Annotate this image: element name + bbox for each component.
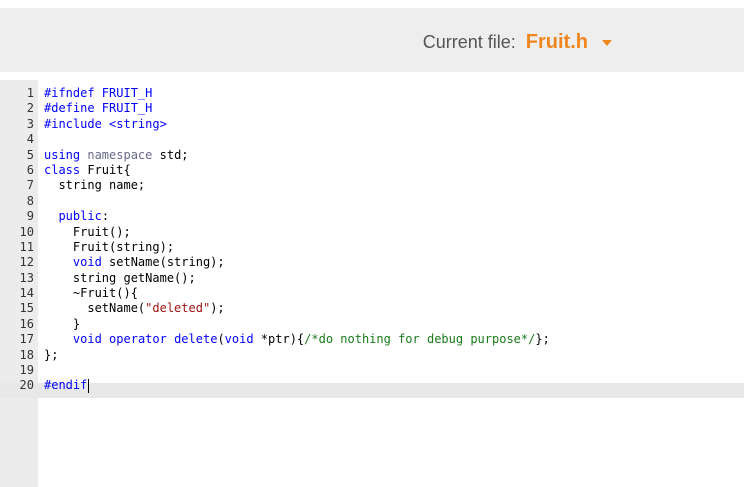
code-line[interactable]: using namespace std; [44, 148, 744, 163]
code-line[interactable]: Fruit(string); [44, 240, 744, 255]
code-line[interactable]: ~Fruit(){ [44, 286, 744, 301]
code-line[interactable]: #endif [44, 378, 744, 393]
code-line[interactable]: }; [44, 348, 744, 363]
line-number: 1 [26, 86, 34, 100]
code-editor[interactable]: 1 2 3 4 5 6 7 8 9 10 11 12 13 14 15 16 1… [0, 80, 744, 487]
code-line[interactable]: void operator delete(void *ptr){/*do not… [44, 332, 744, 347]
line-number: 13 [19, 270, 34, 285]
line-number: 17 [19, 332, 34, 347]
line-number: 9 [26, 209, 34, 224]
line-number: 10 [19, 224, 34, 239]
line-number: 4 [26, 132, 34, 147]
code-line[interactable]: setName("deleted"); [44, 301, 744, 316]
chevron-down-icon[interactable] [602, 40, 612, 46]
file-selector[interactable]: Current file: Fruit.h [423, 31, 612, 53]
line-number: 3 [26, 116, 34, 131]
code-line[interactable]: public: [44, 209, 744, 224]
code-line[interactable] [44, 132, 744, 147]
current-file-label: Current file: [422, 31, 516, 52]
line-number: 2 [26, 101, 34, 116]
code-line[interactable]: #ifndef FRUIT_H [44, 86, 744, 101]
line-number: 20 [19, 378, 34, 393]
code-line[interactable]: class Fruit{ [44, 163, 744, 178]
line-number: 19 [19, 363, 34, 378]
code-line[interactable]: string name; [44, 178, 744, 193]
code-line[interactable]: Fruit(); [44, 225, 744, 240]
code-line[interactable]: void setName(string); [44, 255, 744, 270]
line-numbers: 1 2 3 4 5 6 7 8 9 10 11 12 13 14 15 16 1… [0, 86, 34, 394]
line-number: 11 [19, 239, 34, 254]
code-line[interactable]: } [44, 317, 744, 332]
current-file-name[interactable]: Fruit.h [526, 31, 588, 54]
line-number: 6 [26, 162, 34, 177]
line-number: 7 [26, 178, 34, 193]
code-content[interactable]: #ifndef FRUIT_H #define FRUIT_H #include… [44, 86, 744, 394]
code-line[interactable]: #define FRUIT_H [44, 101, 744, 116]
code-line[interactable] [44, 363, 744, 378]
line-number: 12 [19, 255, 34, 270]
text-cursor [88, 378, 90, 393]
line-number: 18 [19, 347, 34, 362]
code-line[interactable]: string getName(); [44, 271, 744, 286]
line-number: 5 [26, 147, 34, 162]
code-line[interactable] [44, 194, 744, 209]
line-number: 15 [19, 301, 34, 316]
line-number: 16 [19, 316, 34, 331]
top-bar: Current file: Fruit.h [0, 8, 744, 72]
line-number: 14 [19, 286, 34, 301]
line-number: 8 [26, 193, 34, 208]
code-line[interactable]: #include <string> [44, 117, 744, 132]
